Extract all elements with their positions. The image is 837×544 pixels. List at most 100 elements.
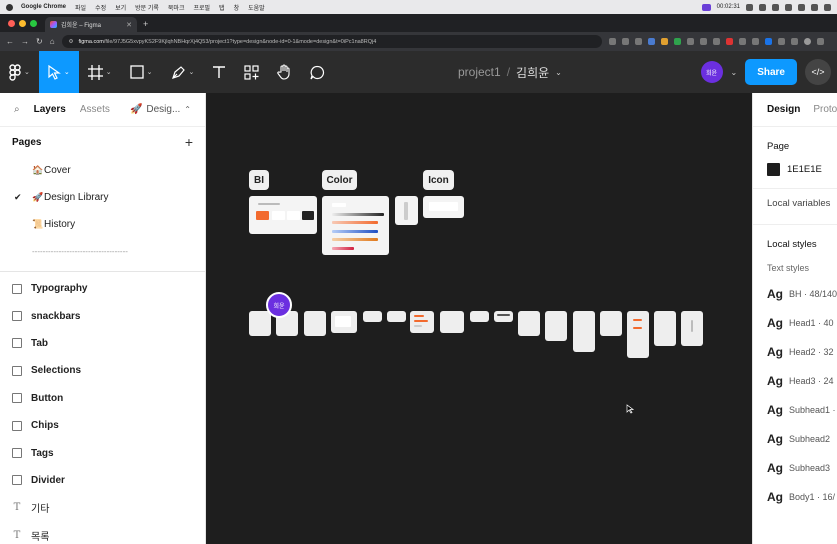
pen-tool[interactable]: ⌄ [162,51,204,93]
frame-tool[interactable]: ⌄ [79,51,121,93]
menu-window[interactable]: 창 [234,3,240,12]
tab-prototype[interactable]: Proto [813,104,837,115]
extension-icon-9[interactable] [751,38,759,45]
extension-icon-8[interactable] [738,38,746,45]
menu-tab[interactable]: 탭 [219,3,225,12]
menu-view[interactable]: 보기 [115,3,126,12]
component-frame[interactable] [681,311,703,346]
hand-tool[interactable] [268,51,301,93]
layer-row[interactable]: Chips [0,412,205,439]
text-style-item[interactable]: Ag Subhead3 [753,453,837,482]
install-icon[interactable] [608,38,616,45]
move-tool[interactable]: ⌄ [38,51,79,93]
page-item-divider[interactable]: ------------------------------------ [0,238,205,265]
add-page-button[interactable]: + [185,134,193,150]
shape-tool[interactable]: ⌄ [121,51,162,93]
extension-icon-1[interactable] [647,38,655,45]
tab-assets[interactable]: Assets [80,104,110,115]
component-frame[interactable] [627,311,649,358]
menu-profile[interactable]: 프로필 [193,3,210,12]
control-center-icon[interactable] [824,3,831,11]
comment-tool[interactable] [301,51,334,93]
page-color-swatch[interactable] [767,163,780,176]
text-style-item[interactable]: Ag Subhead2 [753,424,837,453]
extension-icon-5[interactable] [699,38,707,45]
page-item-design-library[interactable]: ✔ 🚀 Design Library [0,184,205,211]
layer-row[interactable]: Button [0,385,205,412]
url-field[interactable]: ⚙ figma.com/file/97J5G5xvpyKS2F9KjlqhNBH… [61,35,602,48]
recording-icon[interactable] [701,3,711,11]
bi-frame[interactable] [249,196,317,234]
user-avatar[interactable]: 희윤 [700,61,723,83]
component-frame[interactable] [363,311,382,322]
extension-icon-2[interactable] [660,38,668,45]
status-icon-1[interactable] [746,3,753,11]
layer-row[interactable]: Selections [0,357,205,384]
menu-history[interactable]: 방문 기록 [135,3,159,12]
maximize-window-icon[interactable] [30,19,37,27]
component-frame[interactable] [654,311,676,346]
section-label-color[interactable]: Color [322,170,357,190]
layer-row[interactable]: Tags [0,439,205,466]
menu-bookmarks[interactable]: 북마크 [168,3,185,12]
component-frame[interactable] [440,311,464,333]
local-variables-button[interactable]: Local variables [753,189,837,219]
layer-row[interactable]: Tab [0,330,205,357]
menu-app-name[interactable]: Google Chrome [21,4,66,10]
tab-layers[interactable]: Layers [34,104,66,115]
text-style-item[interactable]: Ag Head2 · 32 [753,337,837,366]
page-item-cover[interactable]: 🏠 Cover [0,157,205,184]
layer-row[interactable]: Divider [0,467,205,494]
component-frame[interactable] [410,311,434,333]
text-tool[interactable] [203,51,235,93]
extension-icon-6[interactable] [712,38,720,45]
file-name[interactable]: 김희윤 [516,64,549,81]
more-menu-icon[interactable] [816,38,824,45]
back-icon[interactable]: ← [6,37,14,46]
puzzle-icon[interactable] [777,38,785,45]
color-frame[interactable] [322,196,389,255]
site-info-icon[interactable]: ⚙ [69,39,74,45]
layer-row[interactable]: T 목록 [0,522,205,544]
dev-mode-button[interactable]: </> [805,59,831,85]
page-item-history[interactable]: 📜 History [0,211,205,238]
search-icon[interactable]: ⌕ [14,104,20,115]
extension-icon-7[interactable] [725,38,733,45]
profile-icon[interactable] [803,38,811,45]
icon-frame-small[interactable] [395,196,418,225]
extension-icon-10[interactable] [764,38,772,45]
section-label-icon[interactable]: Icon [423,170,454,190]
forward-icon[interactable]: → [21,37,29,46]
bookmark-star-icon[interactable] [634,38,642,45]
tab-design[interactable]: Design [767,104,800,115]
layer-row[interactable]: snackbars [0,302,205,329]
text-style-item[interactable]: Ag Head3 · 24 [753,366,837,395]
zoom-icon[interactable] [621,38,629,45]
component-frame[interactable] [545,311,567,341]
text-style-item[interactable]: Ag Subhead1 · [753,395,837,424]
status-icon-2[interactable] [759,3,766,11]
component-frame[interactable] [600,311,622,336]
icon-frame[interactable] [423,196,464,218]
battery-icon[interactable] [811,3,818,11]
text-style-item[interactable]: Ag Head1 · 40 [753,308,837,337]
component-frame[interactable] [494,311,513,322]
sidebar-icon[interactable] [790,38,798,45]
component-frame[interactable] [518,311,540,336]
text-style-item[interactable]: Ag Body1 · 16/ [753,482,837,511]
menu-edit[interactable]: 수정 [95,3,106,12]
component-frame[interactable] [304,311,326,336]
close-window-icon[interactable] [8,19,15,27]
home-icon[interactable]: ⌂ [50,37,55,46]
component-frame[interactable] [387,311,406,322]
new-tab-button[interactable]: + [137,17,154,32]
extension-icon-3[interactable] [673,38,681,45]
browser-tab[interactable]: 김희윤 – Figma ✕ [45,17,137,32]
component-frame[interactable] [331,311,357,333]
chevron-down-icon[interactable]: ⌄ [555,68,562,77]
page-selector[interactable]: 🚀 Desig... ⌃ [130,104,191,115]
minimize-window-icon[interactable] [19,19,26,27]
page-color-value[interactable]: 1E1E1E [787,164,822,175]
design-canvas[interactable]: BI Color Icon 희윤 [206,93,752,544]
layer-row[interactable]: T 기타 [0,494,205,521]
